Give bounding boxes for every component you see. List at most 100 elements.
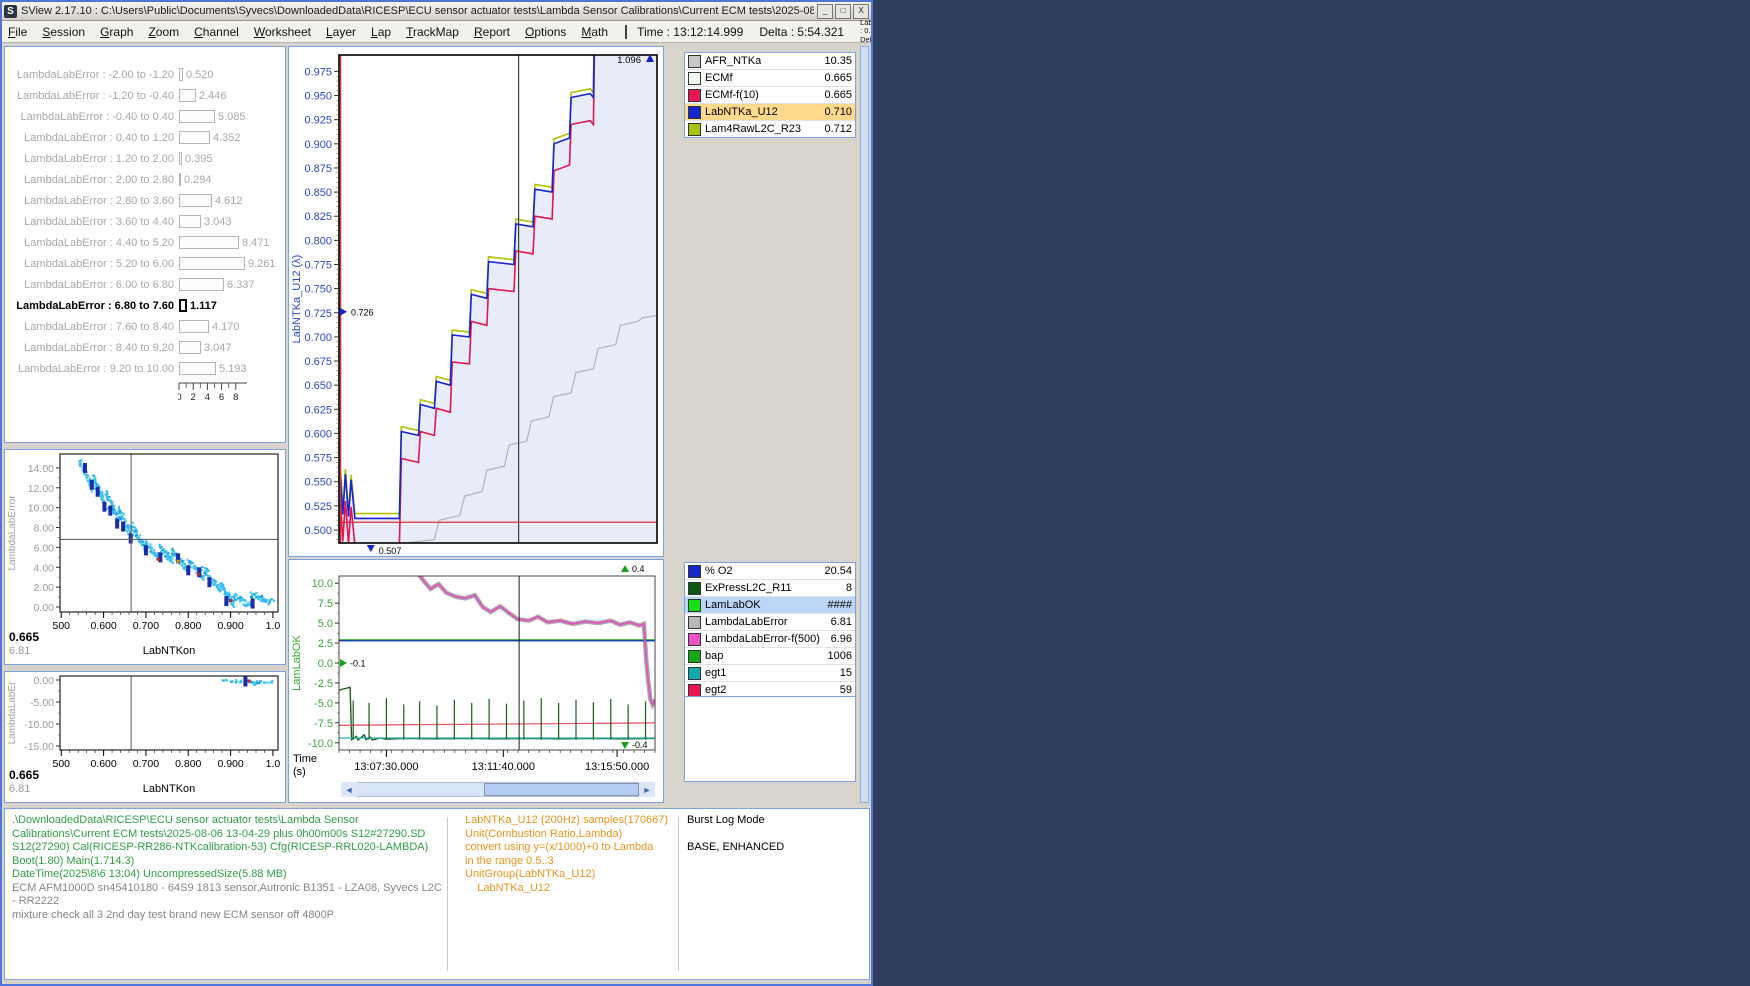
- window-controls: _ □ X: [817, 4, 869, 19]
- histogram-row[interactable]: LambdaLabError : 7.60 to 8.40 4.170: [5, 316, 285, 337]
- histogram-label: LambdaLabError : 7.60 to 8.40: [5, 321, 179, 333]
- svg-text:10.00: 10.00: [28, 503, 54, 515]
- histogram-row[interactable]: LambdaLabError : 0.40 to 1.20 4.352: [5, 127, 285, 148]
- error-scatter-chart[interactable]: 14.0012.0010.008.006.004.002.000.005000.…: [5, 450, 284, 664]
- channel-name: bap: [705, 650, 723, 662]
- svg-text:0.00: 0.00: [34, 602, 55, 614]
- channel-color-swatch: [688, 616, 701, 629]
- histogram-bar: [179, 299, 187, 312]
- svg-text:-5.00: -5.00: [30, 697, 54, 709]
- svg-text:0.00: 0.00: [34, 675, 55, 687]
- lambda-staircase-chart[interactable]: 0.9750.9500.9250.9000.8750.8500.8250.800…: [289, 47, 661, 556]
- timeseries-chart[interactable]: 10.07.55.02.50.0-2.5-5.0-7.5-10.0LamLabO…: [289, 560, 661, 778]
- legend-row[interactable]: Lam4RawL2C_R23 0.712: [685, 121, 855, 137]
- histogram-row[interactable]: LambdaLabError : -0.40 to 0.40 5.085: [5, 106, 285, 127]
- svg-text:5.0: 5.0: [318, 618, 333, 630]
- legend-row[interactable]: ExPressL2C_R11 8: [685, 580, 855, 597]
- histogram-label: LambdaLabError : 2.80 to 3.60: [5, 195, 179, 207]
- svg-text:4: 4: [205, 392, 210, 403]
- menu-item[interactable]: Worksheet: [254, 25, 311, 39]
- channel-value: 1006: [828, 650, 852, 662]
- log-mode-line: [687, 828, 865, 841]
- svg-text:0.600: 0.600: [90, 620, 116, 632]
- scroll-thumb[interactable]: [484, 783, 639, 796]
- histogram-row[interactable]: LambdaLabError : 5.20 to 6.00 9.261: [5, 253, 285, 274]
- histogram-row[interactable]: LambdaLabError : 9.20 to 10.00 5.193: [5, 358, 285, 379]
- menu-item[interactable]: Session: [42, 25, 85, 39]
- histogram-axis: 02468: [178, 381, 282, 403]
- minimize-button[interactable]: _: [817, 4, 833, 19]
- histogram-row[interactable]: LambdaLabError : 6.00 to 6.80 6.337: [5, 274, 285, 295]
- svg-text:LabNTKon: LabNTKon: [143, 783, 196, 795]
- legend-row[interactable]: bap 1006: [685, 648, 855, 665]
- channel-info-line: LabNTKa_U12: [465, 882, 675, 896]
- error-scatter-panel-2: 0.00-5.00-10.00-15.005000.6000.7000.8000…: [4, 671, 286, 803]
- channel-name: LabNTKa_U12: [705, 106, 778, 118]
- menu-item[interactable]: Lap: [371, 25, 391, 39]
- legend-row[interactable]: LambdaLabError-f(500) 6.96: [685, 631, 855, 648]
- channel-name: ECMf-f(10): [705, 89, 759, 101]
- svg-text:0.600: 0.600: [90, 758, 116, 770]
- legend-row[interactable]: % O2 20.54: [685, 563, 855, 580]
- status-readouts-small: LabNTKa_U12 : 0.710Delta : 0.196: [860, 19, 873, 45]
- menu-item[interactable]: Options: [525, 25, 566, 39]
- legend-row[interactable]: LambdaLabError 6.81: [685, 614, 855, 631]
- histogram-row[interactable]: LambdaLabError : -1.20 to -0.40 2.446: [5, 85, 285, 106]
- menu-item[interactable]: Graph: [100, 25, 133, 39]
- legend-row[interactable]: AFR_NTKa 10.35: [685, 53, 855, 70]
- status-readout: Delta : 5:54.321: [759, 25, 844, 39]
- histogram-row[interactable]: LambdaLabError : 6.80 to 7.60 1.117: [5, 295, 285, 316]
- scroll-right-arrow[interactable]: ►: [639, 782, 655, 797]
- histogram-label: LambdaLabError : 3.60 to 4.40: [5, 216, 179, 228]
- side-scrollbar[interactable]: [860, 46, 869, 803]
- channel-value: 15: [840, 667, 852, 679]
- svg-text:LambdaLabError: LambdaLabError: [7, 495, 18, 571]
- legend-row[interactable]: ECMf 0.665: [685, 70, 855, 87]
- scroll-left-arrow[interactable]: ◄: [341, 782, 357, 797]
- title-bar[interactable]: S SView 2.17.10 : C:\Users\Public\Docume…: [2, 2, 871, 21]
- svg-text:0.750: 0.750: [304, 284, 332, 296]
- channel-name: egt1: [705, 667, 726, 679]
- histogram-row[interactable]: LambdaLabError : 3.60 to 4.40 3.043: [5, 211, 285, 232]
- svg-text:0.775: 0.775: [304, 259, 332, 271]
- histogram-value: 4.612: [215, 195, 243, 207]
- log-file-info-line: .\DownloadedData\RICESP\ECU sensor actua…: [12, 814, 442, 841]
- svg-text:0.625: 0.625: [304, 404, 332, 416]
- histogram-row[interactable]: LambdaLabError : -2.00 to -1.20 0.520: [5, 64, 285, 85]
- channel-color-swatch: [688, 72, 701, 85]
- menu-item[interactable]: Zoom: [148, 25, 179, 39]
- histogram-row[interactable]: LambdaLabError : 1.20 to 2.00 0.395: [5, 148, 285, 169]
- histogram-rows: LambdaLabError : -2.00 to -1.20 0.520 La…: [5, 47, 285, 379]
- error-scatter-chart-2[interactable]: 0.00-5.00-10.00-15.005000.6000.7000.8000…: [5, 672, 284, 802]
- histogram-row[interactable]: LambdaLabError : 2.00 to 2.80 0.294: [5, 169, 285, 190]
- status-readout: Time : 13:12:14.999: [637, 25, 743, 39]
- histogram-row[interactable]: LambdaLabError : 4.40 to 5.20 8.471: [5, 232, 285, 253]
- maximize-button[interactable]: □: [835, 4, 851, 19]
- menu-item[interactable]: TrackMap: [406, 25, 459, 39]
- histogram-row[interactable]: LambdaLabError : 2.80 to 3.60 4.612: [5, 190, 285, 211]
- histogram-bar: [179, 320, 209, 333]
- menu-item[interactable]: Layer: [326, 25, 356, 39]
- channel-value: 6.96: [831, 633, 852, 645]
- menu-item[interactable]: Channel: [194, 25, 239, 39]
- channel-value: 8: [846, 582, 852, 594]
- scroll-track[interactable]: [357, 782, 639, 797]
- legend-row[interactable]: egt1 15: [685, 665, 855, 682]
- menu-item[interactable]: Report: [474, 25, 510, 39]
- channel-value: 10.35: [824, 55, 852, 67]
- svg-text:0.800: 0.800: [175, 758, 201, 770]
- histogram-row[interactable]: LambdaLabError : 8.40 to 9.20 3.047: [5, 337, 285, 358]
- menu-item[interactable]: File: [8, 25, 27, 39]
- channel-color-swatch: [688, 106, 701, 119]
- channel-name: ExPressL2C_R11: [705, 582, 792, 594]
- histogram-label: LambdaLabError : 1.20 to 2.00: [5, 153, 179, 165]
- histogram-label: LambdaLabError : -2.00 to -1.20: [5, 69, 179, 81]
- timeline-scrollbar[interactable]: ◄ ►: [341, 782, 655, 797]
- svg-text:1.096: 1.096: [617, 55, 641, 66]
- legend-row[interactable]: LabNTKa_U12 0.710: [685, 104, 855, 121]
- legend-row[interactable]: LamLabOK ####: [685, 597, 855, 614]
- svg-text:0.650: 0.650: [304, 380, 332, 392]
- menu-item[interactable]: Math: [581, 25, 608, 39]
- close-button[interactable]: X: [853, 4, 869, 19]
- legend-row[interactable]: ECMf-f(10) 0.665: [685, 87, 855, 104]
